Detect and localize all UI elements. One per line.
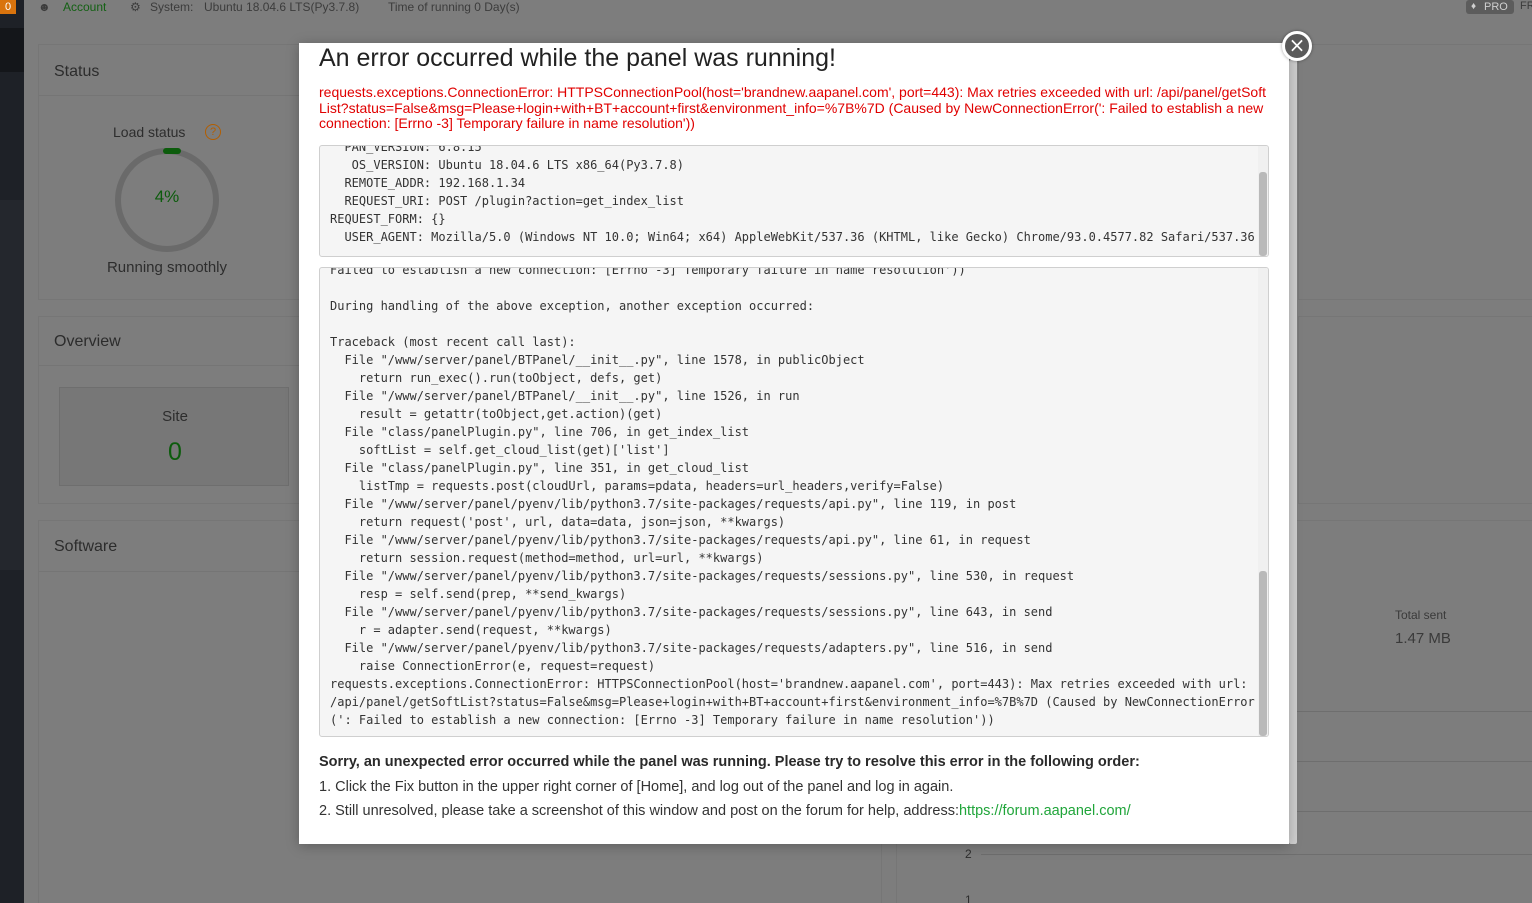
load-value: 4% [154,187,180,206]
overview-side-card [1298,316,1532,504]
overview-title: Overview [54,333,121,350]
sidebar: 0 [0,0,24,903]
load-status-label: Load status [113,124,186,140]
total-sent-label: Total sent [1395,608,1447,622]
dialog-title: An error occurred while the panel was ru… [319,44,836,72]
overview-card: Overview Site 0 [38,316,300,504]
site-stat[interactable]: Site 0 [59,387,289,486]
close-icon[interactable]: × [1282,31,1312,61]
server-info-card [1298,44,1532,300]
language-switch[interactable]: FR [1520,0,1532,12]
status-title: Status [54,63,100,80]
total-sent-value: 1.47 MB [1395,630,1451,647]
environment-info-text: PAN_VERSION: 6.8.15 OS_VERSION: Ubuntu 1… [330,145,1255,244]
load-status-text: Running smoothly [106,259,228,276]
notification-badge[interactable]: 0 [0,0,16,14]
traceback-box[interactable]: Failed to establish a new connection: [E… [319,267,1269,737]
advice-step-2: 2. Still unresolved, please take a scree… [319,803,1131,819]
pro-label: PRO [1484,1,1508,13]
advice-step-2-text: 2. Still unresolved, please take a scree… [319,803,959,819]
status-card: Status Load status ? 4% Running smoothly [38,44,300,300]
load-gauge-fill [163,148,181,154]
site-label: Site [162,408,188,425]
forum-link[interactable]: https://forum.aapanel.com/ [959,803,1131,819]
chart-gridline [981,854,1532,855]
system-value: Ubuntu 18.04.6 LTS(Py3.7.8) [204,0,360,14]
traceback-scrollbar-thumb[interactable] [1259,571,1267,736]
top-bar: ☻ Account ⚙ System: Ubuntu 18.04.6 LTS(P… [24,0,1532,18]
traceback-text: Failed to establish a new connection: [E… [330,267,1255,727]
environment-info-box[interactable]: PAN_VERSION: 6.8.15 OS_VERSION: Ubuntu 1… [319,145,1269,257]
env-scrollbar-thumb[interactable] [1259,172,1267,256]
uptime-text: Time of running 0 Day(s) [388,0,520,14]
gem-icon: ♦ [1471,1,1477,12]
help-icon[interactable]: ? [205,124,221,140]
advice-heading: Sorry, an unexpected error occurred whil… [319,754,1140,770]
modal-scrollbar[interactable] [1289,60,1297,844]
system-icon: ⚙ [130,0,141,14]
sidebar-menu [0,200,24,570]
divider [39,95,299,96]
divider [39,365,299,366]
error-message: requests.exceptions.ConnectionError: HTT… [319,84,1266,131]
software-title: Software [54,538,118,555]
system-label: System: [150,0,194,14]
error-dialog: An error occurred while the panel was ru… [299,43,1289,844]
site-count[interactable]: 0 [60,438,290,467]
chart-y-tick: 2 [965,847,972,861]
chart-y-tick: 1 [965,893,972,903]
advice-step-1: 1. Click the Fix button in the upper rig… [319,779,954,795]
pro-badge[interactable]: ♦ PRO [1466,0,1514,14]
account-link[interactable]: Account [63,0,106,14]
sidebar-active-item[interactable] [0,28,24,72]
user-icon: ☻ [38,0,51,14]
